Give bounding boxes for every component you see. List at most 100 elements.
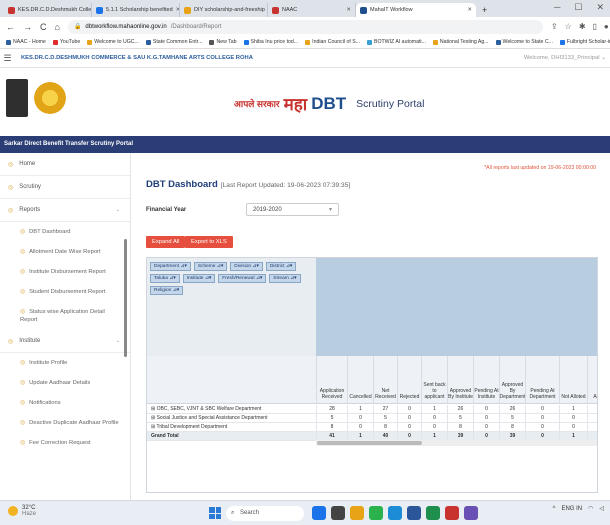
sidebar-item[interactable]: ◎ Reports ⌄ — [0, 199, 130, 222]
filter-chip[interactable]: Fresh/Renewal ⊿▾ — [218, 274, 267, 283]
edge-icon[interactable] — [312, 506, 326, 520]
browser-tab[interactable]: 5.1.1 Scholarship benefited ✕ — [92, 3, 180, 17]
extensions-icon[interactable]: ✱ — [579, 22, 586, 31]
sidebar-item[interactable]: ◎ Status wise Application Detail Report — [0, 302, 130, 330]
store-icon[interactable] — [388, 506, 402, 520]
bookmark-item[interactable]: YouTube — [52, 39, 80, 45]
bookmark-item[interactable]: Shiba Inu price tod... — [243, 39, 298, 45]
windows-start-icon[interactable] — [209, 507, 221, 519]
sidebar-item[interactable]: ◎ Allotment Date Wise Report — [0, 242, 130, 262]
chrome-icon[interactable] — [369, 506, 383, 520]
table-cell: 0 — [559, 423, 587, 432]
bookmark-item[interactable]: New Tab — [209, 39, 237, 45]
browser-tab[interactable]: KES.DR.C.D.Deshmukh College Roha✕ — [4, 3, 92, 17]
back-icon[interactable]: ← — [6, 22, 15, 32]
powerpoint-icon[interactable] — [445, 506, 459, 520]
taskbar-search[interactable]: ⌕ Search — [226, 506, 304, 521]
filter-chip[interactable]: District ⊿▾ — [265, 262, 297, 271]
bookmark-item[interactable]: BOTWIZ AI automati... — [367, 39, 426, 45]
sidebar-item-label: Student Disbursement Report — [29, 289, 106, 295]
sidebar-item[interactable]: ◎ Home — [0, 153, 130, 176]
close-tab-icon[interactable]: ✕ — [467, 7, 472, 13]
row-label[interactable]: ⊞ Tribal Development Department — [151, 423, 227, 432]
sidebar-item[interactable]: ◎ Institute Profile — [0, 353, 130, 373]
sidebar-item[interactable]: ◎ Scrutiny — [0, 176, 130, 199]
sidebar-item[interactable]: ◎ Fee Correction Request — [0, 433, 130, 453]
star-icon[interactable]: ☆ — [565, 22, 572, 31]
close-window-icon[interactable]: ✕ — [596, 2, 604, 13]
column-header[interactable]: Rejected — [397, 356, 421, 404]
bookmark-item[interactable]: Welcome to UGC... — [87, 39, 139, 45]
sidebar-item[interactable]: ◎ Deactive Duplicate Aadhaar Profile — [0, 413, 130, 433]
forward-icon[interactable]: → — [23, 22, 32, 32]
column-header[interactable]: Application Received — [316, 356, 347, 404]
browser-tab[interactable]: MahaIT Workflow ✕ — [356, 3, 476, 17]
word-icon[interactable] — [407, 506, 421, 520]
filter-chip[interactable]: Department ⊿▾ — [150, 262, 191, 271]
scrollbar-thumb[interactable] — [317, 441, 422, 445]
bookmark-item[interactable]: Indian Council of S... — [305, 39, 360, 45]
filter-chip[interactable]: Religion ⊿▾ — [150, 286, 184, 295]
home-icon[interactable]: ⌂ — [55, 22, 60, 32]
column-header[interactable]: Approved By Institute — [447, 356, 473, 404]
maximize-icon[interactable]: ☐ — [574, 2, 582, 13]
sidebar-item[interactable]: ◎ Institute ⌄ — [0, 330, 130, 353]
column-header[interactable]: Sent back to applicant — [421, 356, 447, 404]
sidebar-scrollbar[interactable] — [124, 239, 127, 357]
horizontal-scrollbar[interactable] — [316, 440, 597, 446]
filter-chip[interactable]: Stream ⊿▾ — [269, 274, 301, 283]
menu-toggle-icon[interactable]: ☰ — [0, 53, 15, 64]
sidebar-item[interactable]: ◎ Student Disbursement Report — [0, 282, 130, 302]
excel-icon[interactable] — [426, 506, 440, 520]
profile-icon[interactable]: ● — [604, 22, 609, 31]
speaker-icon[interactable]: ◁ — [599, 505, 604, 512]
filter-chip[interactable]: Taluka ⊿▾ — [150, 274, 180, 283]
bookmark-item[interactable]: Welcome to State C... — [495, 39, 553, 45]
column-header[interactable]: Approved By Department — [499, 356, 526, 404]
sidepanel-icon[interactable]: ▯ — [593, 22, 597, 31]
url-input[interactable]: 🔒 dbtworkflow.mahaonline.gov.in/Dashboar… — [67, 19, 543, 34]
file-explorer-icon[interactable] — [350, 506, 364, 520]
expand-all-button[interactable]: Expand All — [146, 236, 186, 248]
row-label[interactable]: ⊞ OBC, SEBC, VJNT & SBC Welfare Departme… — [151, 405, 261, 414]
financial-year-select[interactable]: 2019-2020 ▼ — [246, 203, 339, 216]
column-header[interactable]: Cancelled — [347, 356, 373, 404]
bookmark-item[interactable]: Fulbright Scholar-in... — [559, 39, 610, 45]
bookmark-item[interactable]: National Testing Ag... — [432, 39, 489, 45]
minimize-icon[interactable]: ─ — [554, 2, 560, 13]
tab-favicon — [360, 6, 367, 14]
column-header[interactable]: Not Alloted — [559, 356, 587, 404]
sidebar-item-label: Deactive Duplicate Aadhaar Profile — [29, 420, 119, 426]
task-view-icon[interactable] — [331, 506, 345, 520]
close-tab-icon[interactable]: ✕ — [346, 7, 351, 13]
filter-chip-label: Religion — [154, 288, 172, 293]
column-header[interactable]: Allo — [587, 356, 597, 404]
reload-icon[interactable]: C — [40, 22, 47, 32]
column-header[interactable]: Pending At Department — [525, 356, 559, 404]
language-indicator[interactable]: ENG IN — [561, 506, 582, 512]
wifi-icon[interactable]: ◠ — [588, 505, 593, 512]
sidebar-item[interactable]: ◎ Update Aadhaar Details — [0, 373, 130, 393]
browser-tab[interactable]: DIY scholarship-and-freeship✕ — [180, 3, 268, 17]
tab-favicon — [96, 6, 103, 14]
chevron-up-icon[interactable]: ^ — [553, 506, 556, 512]
bookmark-item[interactable]: State Common Entr... — [145, 39, 202, 45]
bullet-icon: ◎ — [20, 229, 26, 235]
bookmark-item[interactable]: NAAC - Home — [6, 39, 46, 45]
weather-widget[interactable]: 32°C Haze — [8, 505, 36, 517]
share-icon[interactable]: ⇪ — [551, 22, 558, 31]
export-xls-button[interactable]: Export to XLS — [185, 236, 233, 248]
sidebar-item[interactable]: ◎ Notifications — [0, 393, 130, 413]
column-header[interactable]: Net Received — [373, 356, 397, 404]
app-icon[interactable] — [464, 506, 478, 520]
filter-chip[interactable]: Division ⊿▾ — [230, 262, 263, 271]
sidebar-item[interactable]: ◎ Institute Disbursement Report — [0, 262, 130, 282]
row-label[interactable]: ⊞ Social Justice and Special Assistance … — [151, 414, 267, 423]
browser-tab[interactable]: NAAC ✕ — [268, 3, 356, 17]
welcome-user[interactable]: Welcome, DHI3133_Principal ⌄ — [524, 55, 606, 61]
sidebar-item[interactable]: ◎ DBT Dashboard — [0, 222, 130, 242]
filter-chip[interactable]: Institute ⊿▾ — [182, 274, 216, 283]
filter-chip[interactable]: Scheme ⊿▾ — [193, 262, 228, 271]
new-tab-button[interactable]: + — [476, 3, 493, 17]
column-header[interactable]: Pending At Institute — [473, 356, 499, 404]
